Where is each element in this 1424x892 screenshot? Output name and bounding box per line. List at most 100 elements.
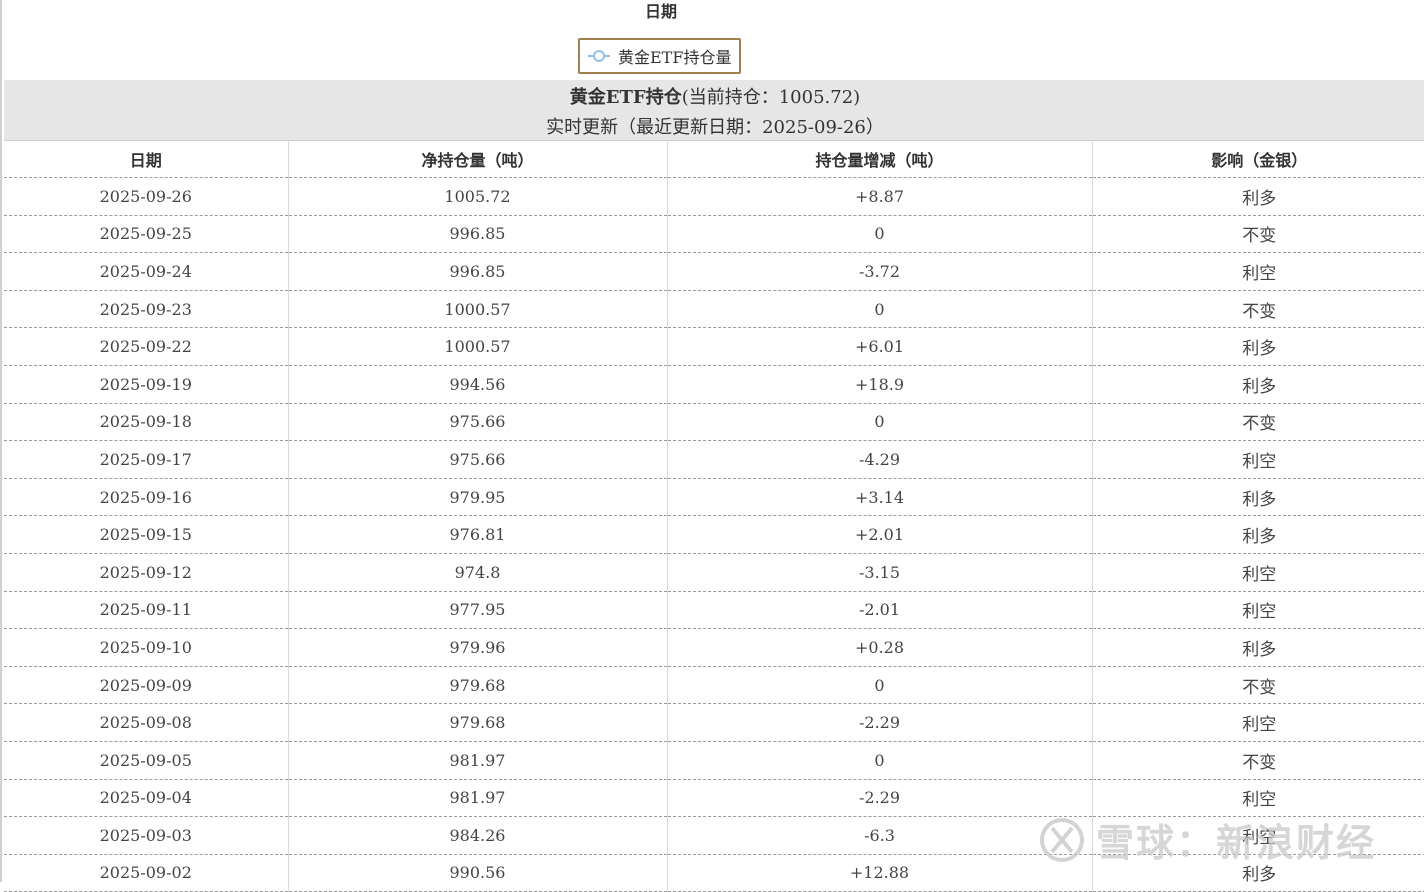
- cell-impact: 利多: [1092, 854, 1424, 892]
- cell-change: -3.15: [667, 553, 1093, 592]
- table-row: 2025-09-09 979.68 0 不变: [4, 666, 1424, 705]
- cell-change: 0: [667, 290, 1093, 329]
- cell-date: 2025-09-26: [4, 177, 289, 216]
- cell-net-holdings: 1000.57: [288, 290, 668, 329]
- cell-date: 2025-09-17: [4, 440, 289, 479]
- cell-net-holdings: 979.96: [288, 628, 668, 667]
- cell-net-holdings: 981.97: [288, 779, 668, 818]
- cell-date: 2025-09-10: [4, 628, 289, 667]
- col-header-date: 日期: [4, 140, 289, 178]
- cell-impact: 利空: [1092, 703, 1424, 742]
- cell-net-holdings: 975.66: [288, 403, 668, 442]
- table-row: 2025-09-23 1000.57 0 不变: [4, 290, 1424, 329]
- table-title-bold: 黄金ETF持仓: [569, 87, 682, 108]
- cell-date: 2025-09-02: [4, 854, 289, 892]
- cell-impact: 不变: [1092, 741, 1424, 780]
- cell-impact: 不变: [1092, 403, 1424, 442]
- cell-impact: 不变: [1092, 215, 1424, 254]
- cell-change: +18.9: [667, 365, 1093, 404]
- cell-impact: 利空: [1092, 440, 1424, 479]
- cell-change: 0: [667, 666, 1093, 705]
- cell-impact: 利多: [1092, 628, 1424, 667]
- table-row: 2025-09-25 996.85 0 不变: [4, 215, 1424, 254]
- table-subtitle: 实时更新（最近更新日期：2025-09-26）: [546, 117, 884, 138]
- line-series-icon: [588, 49, 610, 63]
- cell-impact: 利空: [1092, 779, 1424, 818]
- cell-impact: 利多: [1092, 327, 1424, 366]
- table-title-band: 黄金ETF持仓(当前持仓：1005.72) 实时更新（最近更新日期：2025-0…: [4, 80, 1424, 141]
- cell-change: -2.29: [667, 779, 1093, 818]
- cell-net-holdings: 1005.72: [288, 177, 668, 216]
- cell-date: 2025-09-23: [4, 290, 289, 329]
- cell-change: +6.01: [667, 327, 1093, 366]
- cell-change: +2.01: [667, 515, 1093, 554]
- cell-impact: 不变: [1092, 290, 1424, 329]
- cell-net-holdings: 974.8: [288, 553, 668, 592]
- cell-net-holdings: 981.97: [288, 741, 668, 780]
- cell-net-holdings: 977.95: [288, 591, 668, 630]
- cell-change: -2.01: [667, 591, 1093, 630]
- table-row: 2025-09-24 996.85 -3.72 利空: [4, 252, 1424, 291]
- table-row: 2025-09-08 979.68 -2.29 利空: [4, 703, 1424, 742]
- table-title: 黄金ETF持仓(当前持仓：1005.72): [4, 83, 1424, 109]
- cell-date: 2025-09-24: [4, 252, 289, 291]
- table-row: 2025-09-05 981.97 0 不变: [4, 741, 1424, 780]
- cell-date: 2025-09-18: [4, 403, 289, 442]
- etf-holdings-table: 日期 净持仓量（吨） 持仓量增减（吨） 影响（金银） 2025-09-26 1005.7…: [4, 140, 1424, 892]
- cell-net-holdings: 996.85: [288, 215, 668, 254]
- table-row: 2025-09-18 975.66 0 不变: [4, 403, 1424, 442]
- cell-impact: 利多: [1092, 177, 1424, 216]
- cell-net-holdings: 979.95: [288, 478, 668, 517]
- table-body: 2025-09-26 1005.72 +8.87 利多 2025-09-25 996.85…: [4, 177, 1424, 892]
- cell-change: -3.72: [667, 252, 1093, 291]
- cell-date: 2025-09-16: [4, 478, 289, 517]
- table-row: 2025-09-04 981.97 -2.29 利空: [4, 779, 1424, 818]
- cell-impact: 利多: [1092, 515, 1424, 554]
- cell-change: -4.29: [667, 440, 1093, 479]
- col-header-change: 持仓量增减（吨）: [667, 140, 1093, 178]
- cell-net-holdings: 994.56: [288, 365, 668, 404]
- table-row: 2025-09-02 990.56 +12.88 利多: [4, 854, 1424, 892]
- cell-change: -6.3: [667, 816, 1093, 855]
- cell-net-holdings: 976.81: [288, 515, 668, 554]
- chart-legend-item[interactable]: 黄金ETF持仓量: [578, 38, 742, 74]
- cell-date: 2025-09-19: [4, 365, 289, 404]
- cell-date: 2025-09-15: [4, 515, 289, 554]
- cell-impact: 利空: [1092, 252, 1424, 291]
- table-row: 2025-09-16 979.95 +3.14 利多: [4, 478, 1424, 517]
- cell-date: 2025-09-25: [4, 215, 289, 254]
- cell-date: 2025-09-11: [4, 591, 289, 630]
- cell-change: +12.88: [667, 854, 1093, 892]
- table-row: 2025-09-03 984.26 -6.3 利空: [4, 816, 1424, 855]
- cell-change: 0: [667, 741, 1093, 780]
- cell-date: 2025-09-03: [4, 816, 289, 855]
- cell-date: 2025-09-12: [4, 553, 289, 592]
- table-header-row: 日期 净持仓量（吨） 持仓量增减（吨） 影响（金银）: [4, 140, 1424, 178]
- etf-holdings-page: 日期 黄金ETF持仓量 黄金ETF持仓(当前持仓：1005.72) 实时更新（最…: [0, 0, 1424, 892]
- cell-change: -2.29: [667, 703, 1093, 742]
- table-row: 2025-09-15 976.81 +2.01 利多: [4, 515, 1424, 554]
- cell-change: +8.87: [667, 177, 1093, 216]
- cell-net-holdings: 996.85: [288, 252, 668, 291]
- table-row: 2025-09-17 975.66 -4.29 利空: [4, 440, 1424, 479]
- cell-date: 2025-09-08: [4, 703, 289, 742]
- table-row: 2025-09-11 977.95 -2.01 利空: [4, 591, 1424, 630]
- cell-date: 2025-09-22: [4, 327, 289, 366]
- cell-change: 0: [667, 215, 1093, 254]
- cell-impact: 不变: [1092, 666, 1424, 705]
- table-row: 2025-09-19 994.56 +18.9 利多: [4, 365, 1424, 404]
- cell-change: +0.28: [667, 628, 1093, 667]
- cell-impact: 利多: [1092, 478, 1424, 517]
- cell-net-holdings: 979.68: [288, 666, 668, 705]
- cell-impact: 利空: [1092, 553, 1424, 592]
- table-row: 2025-09-26 1005.72 +8.87 利多: [4, 177, 1424, 216]
- col-header-net-holdings: 净持仓量（吨）: [288, 140, 668, 178]
- cell-net-holdings: 1000.57: [288, 327, 668, 366]
- cell-date: 2025-09-09: [4, 666, 289, 705]
- cell-impact: 利空: [1092, 816, 1424, 855]
- legend-label: 黄金ETF持仓量: [618, 48, 732, 67]
- cell-date: 2025-09-04: [4, 779, 289, 818]
- col-header-impact: 影响（金银）: [1092, 140, 1424, 178]
- cell-change: 0: [667, 403, 1093, 442]
- table-title-current: (当前持仓：1005.72): [681, 87, 861, 108]
